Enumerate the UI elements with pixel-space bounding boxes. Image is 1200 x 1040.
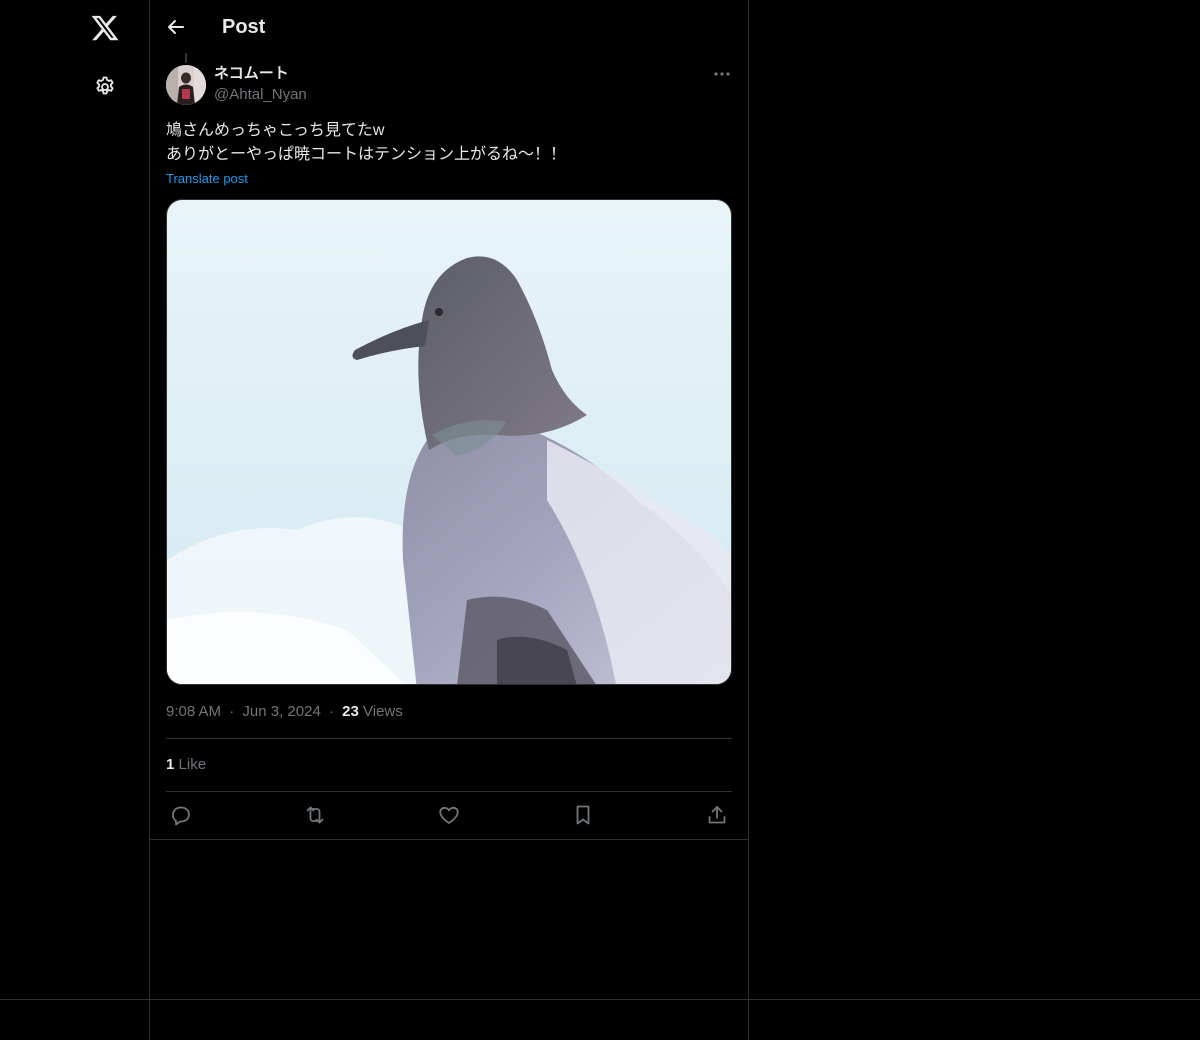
share-icon[interactable] [705, 803, 729, 827]
bookmark-icon[interactable] [571, 803, 595, 827]
left-rail [0, 0, 149, 1040]
post-text: 鳩さんめっちゃこっち見てたw ありがとーやっぱ暁コートはテンション上がるね〜！！ [166, 119, 732, 167]
gear-icon[interactable] [93, 75, 117, 99]
avatar[interactable] [166, 65, 206, 105]
likes-label: Like [178, 756, 207, 773]
author-display-name[interactable]: ネコムート [214, 64, 289, 84]
pigeon-photo [167, 200, 731, 684]
likes-summary[interactable]: 1 Like [166, 755, 206, 775]
author-handle[interactable]: @Ahtal_Nyan [214, 85, 307, 105]
views-label: Views [363, 703, 403, 720]
right-divider [748, 0, 749, 1040]
x-logo-icon[interactable] [90, 13, 120, 43]
divider [166, 791, 732, 792]
meta-separator: · [229, 703, 235, 720]
divider [166, 738, 732, 739]
page-header: Post [150, 0, 748, 53]
post-text-line: ありがとーやっぱ暁コートはテンション上がるね〜！！ [166, 146, 567, 163]
back-arrow-icon[interactable] [164, 15, 188, 39]
meta-separator: · [328, 703, 334, 720]
reply-icon[interactable] [169, 803, 193, 827]
post-date[interactable]: Jun 3, 2024 [242, 703, 320, 720]
thread-connector [185, 53, 187, 63]
more-horizontal-icon[interactable] [712, 64, 732, 84]
repost-icon[interactable] [303, 803, 327, 827]
translate-post-link[interactable]: Translate post [166, 170, 248, 188]
page-title: Post [222, 16, 266, 38]
divider [150, 839, 748, 840]
post-media-image[interactable] [166, 199, 732, 685]
post-metadata: 9:08 AM · Jun 3, 2024 · 23 Views [166, 702, 403, 722]
views-count: 23 [342, 703, 359, 720]
post-time[interactable]: 9:08 AM [166, 703, 221, 720]
heart-icon[interactable] [437, 803, 461, 827]
likes-count: 1 [166, 756, 175, 773]
main-column: Post ネコムート @Ahtal_Nyan 鳩さんめっちゃこっち見てたw あり… [150, 0, 748, 1040]
post-text-line: 鳩さんめっちゃこっち見てたw [166, 122, 385, 139]
app-root: Post ネコムート @Ahtal_Nyan 鳩さんめっちゃこっち見てたw あり… [0, 0, 1200, 1040]
